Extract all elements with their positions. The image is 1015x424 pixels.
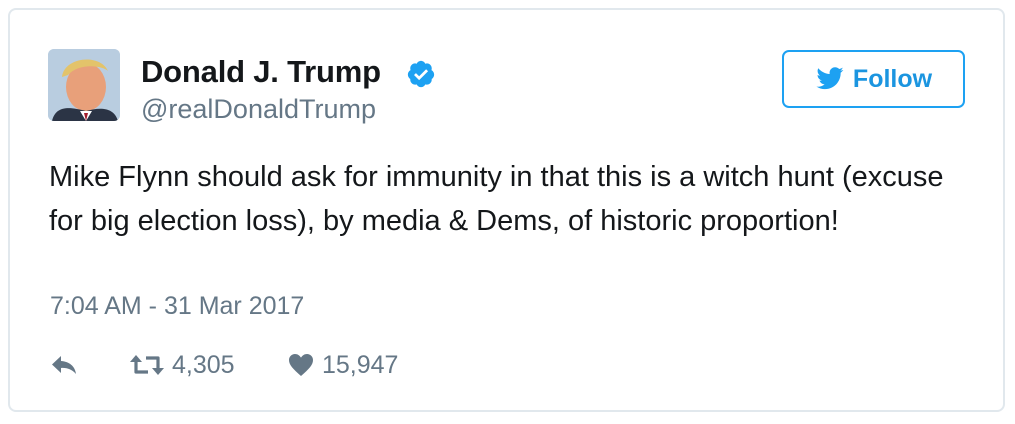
retweet-count: 4,305 xyxy=(172,350,235,379)
twitter-bird-icon xyxy=(816,67,844,90)
tweet-text: Mike Flynn should ask for immunity in th… xyxy=(49,161,944,237)
heart-icon xyxy=(289,354,313,376)
avatar-image xyxy=(48,49,120,121)
reply-button[interactable] xyxy=(50,350,78,380)
avatar[interactable] xyxy=(48,49,120,121)
display-name[interactable]: Donald J. Trump xyxy=(141,54,381,90)
tweet-timestamp[interactable]: 7:04 AM - 31 Mar 2017 xyxy=(50,292,304,321)
follow-button[interactable]: Follow xyxy=(782,50,965,108)
like-button[interactable]: 15,947 xyxy=(288,350,398,380)
follow-button-label: Follow xyxy=(852,64,933,93)
verified-badge-icon xyxy=(407,60,435,88)
retweet-button[interactable]: 4,305 xyxy=(130,350,235,380)
like-count: 15,947 xyxy=(322,350,399,379)
retweet-icon xyxy=(130,355,164,375)
user-handle[interactable]: @realDonaldTrump xyxy=(141,94,376,125)
tweet-card: Donald J. Trump @realDonaldTrump Follow … xyxy=(8,8,1005,412)
reply-icon xyxy=(52,356,76,374)
